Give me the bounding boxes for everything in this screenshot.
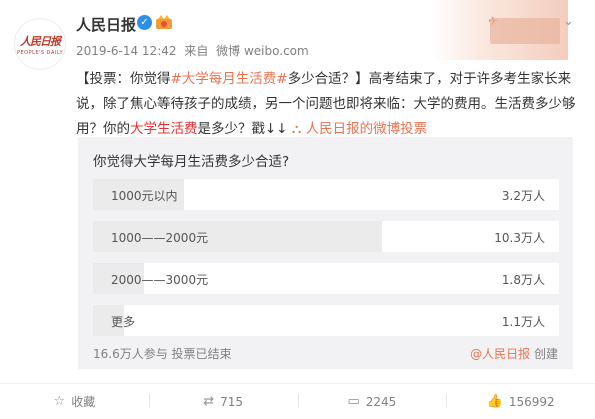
- poll-option-label: 更多: [111, 315, 136, 329]
- poll-option-count: 3.2万人: [501, 189, 545, 203]
- comment-button[interactable]: ▭ 2245: [297, 384, 447, 419]
- avatar-logo-sub: PEOPLE'S DAILY: [16, 49, 64, 56]
- post-timestamp[interactable]: 2019-6-14 12:42: [76, 44, 177, 58]
- poll-link[interactable]: ⛬ 人民日报的微博投票: [292, 121, 427, 137]
- poll-option-label: 1000——2000元: [111, 231, 209, 245]
- post-text: 【投票：你觉得#大学每月生活费#多少合适？】高考结束了，对于许多考生家长来说，除…: [76, 67, 581, 142]
- chevron-down-icon[interactable]: ⌄: [563, 14, 574, 29]
- poll-card: 你觉得大学每月生活费多少合适? 1000元以内 3.2万人 1000——2000…: [78, 137, 573, 369]
- great-wall-decoration: [490, 18, 560, 44]
- thumb-up-icon: 👍: [486, 394, 503, 409]
- author-name[interactable]: 人民日报: [76, 14, 136, 35]
- topic-link[interactable]: 大学生活费: [130, 121, 198, 137]
- favorite-button[interactable]: ☆ 收藏: [0, 384, 149, 419]
- comment-count: 2245: [365, 394, 397, 409]
- source-prefix: 来自: [184, 44, 209, 58]
- poll-option[interactable]: 2000——3000元 1.8万人: [93, 263, 559, 294]
- post-source: 微博 weibo.com: [216, 44, 309, 58]
- post-text-part: 【投票：你觉得: [76, 71, 171, 87]
- post-meta: 2019-6-14 12:42 来自 微博 weibo.com: [76, 42, 313, 59]
- weibo-post-card: ✈ 人民日报 PEOPLE'S DAILY 人民日报 ✓ ⌄ 2019-6-14…: [0, 0, 595, 419]
- poll-option[interactable]: 1000——2000元 10.3万人: [93, 221, 559, 252]
- vip-crown-icon[interactable]: [155, 14, 173, 30]
- poll-link-icon: ⛬: [291, 121, 302, 137]
- poll-footer: 16.6万人参与 投票已结束: [93, 347, 232, 361]
- repost-count: 715: [220, 394, 244, 409]
- poll-question: 你觉得大学每月生活费多少合适?: [93, 154, 290, 170]
- repost-button[interactable]: ⇄ 715: [148, 384, 298, 419]
- avatar[interactable]: 人民日报 PEOPLE'S DAILY: [14, 18, 66, 70]
- action-bar: ☆ 收藏 ⇄ 715 ▭ 2245 👍 156992: [0, 384, 595, 419]
- poll-option[interactable]: 1000元以内 3.2万人: [93, 179, 559, 210]
- verified-badge-icon: ✓: [137, 15, 152, 30]
- poll-option[interactable]: 更多 1.1万人: [93, 305, 559, 336]
- star-icon: ☆: [53, 394, 66, 409]
- poll-option-label: 1000元以内: [111, 189, 178, 203]
- hashtag-link[interactable]: #大学每月生活费#: [171, 71, 288, 87]
- poll-option-count: 1.8万人: [501, 273, 545, 287]
- avatar-logo-text: 人民日报: [20, 34, 61, 48]
- poll-option-label: 2000——3000元: [111, 273, 209, 287]
- like-button[interactable]: 👍 156992: [446, 384, 595, 419]
- poll-creator: @人民日报 创建: [470, 345, 558, 362]
- post-text-part: 是多少？戳↓↓: [197, 121, 288, 137]
- creator-suffix: 创建: [530, 347, 558, 361]
- comment-icon: ▭: [347, 394, 360, 409]
- favorite-label: 收藏: [71, 395, 96, 409]
- repost-icon: ⇄: [203, 394, 215, 409]
- poll-link-label: 人民日报的微博投票: [305, 121, 428, 137]
- creator-mention[interactable]: @人民日报: [470, 347, 530, 361]
- like-count: 156992: [508, 394, 555, 409]
- header-banner: ✈: [432, 0, 568, 60]
- poll-option-count: 10.3万人: [494, 231, 545, 245]
- poll-option-count: 1.1万人: [501, 315, 545, 329]
